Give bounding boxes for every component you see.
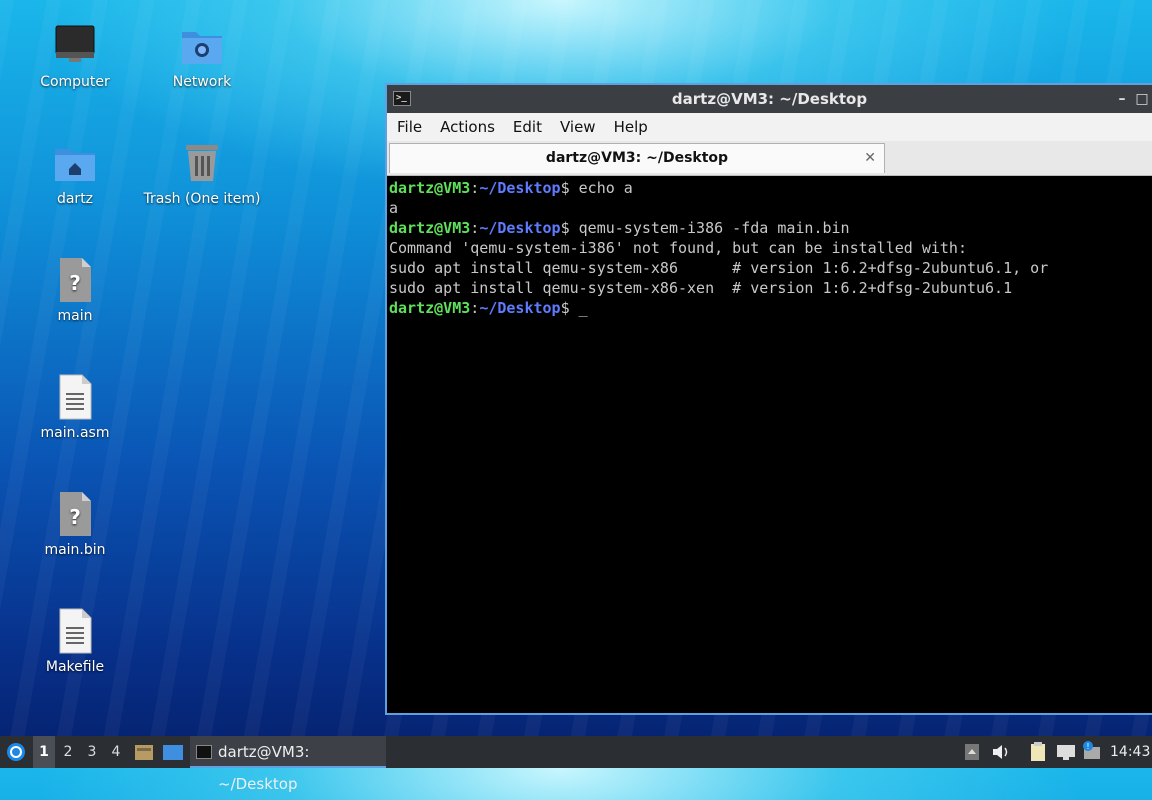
window-titlebar[interactable]: >_ dartz@VM3: ~/Desktop – □ <box>387 85 1152 113</box>
desktop-icon-label: main <box>57 308 93 324</box>
terminal-icon: >_ <box>393 91 411 106</box>
show-desktop-icon[interactable] <box>161 736 185 768</box>
tray-arrow-icon[interactable] <box>962 736 982 768</box>
unknown-file-icon: ? <box>51 490 99 538</box>
svg-text:!: ! <box>1086 742 1089 751</box>
menu-edit[interactable]: Edit <box>503 113 550 141</box>
menu-view[interactable]: View <box>550 113 604 141</box>
desktop-icon-label: dartz <box>56 191 94 207</box>
terminal-line: sudo apt install qemu-system-x86 # versi… <box>389 259 1049 277</box>
menu-file[interactable]: File <box>387 113 430 141</box>
workspace-2[interactable]: 2 <box>57 736 79 768</box>
minimize-button[interactable]: – <box>1112 85 1132 113</box>
desktop-icon-makefile[interactable]: Makefile <box>15 607 135 675</box>
desktop-icon-main-bin[interactable]: ? main.bin <box>15 490 135 558</box>
desktop-icon-label: Makefile <box>45 659 105 675</box>
menubar: File Actions Edit View Help <box>387 113 1152 141</box>
app-menu-button[interactable] <box>4 736 28 768</box>
workspace-3[interactable]: 3 <box>81 736 103 768</box>
close-icon[interactable]: ✕ <box>864 144 876 172</box>
taskbar-terminal-button[interactable]: dartz@VM3: ~/Desktop <box>190 736 386 793</box>
desktop-icon-label: Computer <box>40 74 110 90</box>
update-notifier-icon[interactable]: ! <box>1080 736 1104 768</box>
trash-icon <box>178 139 226 187</box>
monitor-icon <box>51 22 99 70</box>
taskbar-terminal-label: dartz@VM3: ~/Desktop <box>218 743 310 793</box>
terminal-icon <box>196 745 212 759</box>
workspace-4[interactable]: 4 <box>105 736 127 768</box>
text-file-icon <box>51 607 99 655</box>
unknown-file-icon: ? <box>51 256 99 304</box>
network-tray-icon[interactable] <box>1054 736 1078 768</box>
text-file-icon <box>51 373 99 421</box>
home-folder-icon <box>51 139 99 187</box>
clipboard-icon[interactable] <box>1026 736 1050 768</box>
desktop-icon-network[interactable]: Network <box>142 22 262 90</box>
tab-bar: dartz@VM3: ~/Desktop ✕ <box>387 141 1152 176</box>
svg-text:?: ? <box>69 505 81 529</box>
desktop-icon-label: main.bin <box>44 542 106 558</box>
desktop-icon-label: main.asm <box>40 425 110 441</box>
menu-actions[interactable]: Actions <box>430 113 503 141</box>
network-folder-icon <box>178 22 226 70</box>
desktop-icon-label: Trash (One item) <box>143 191 261 207</box>
menu-help[interactable]: Help <box>604 113 656 141</box>
window-title: dartz@VM3: ~/Desktop <box>671 90 868 108</box>
workspace-1[interactable]: 1 <box>33 736 55 768</box>
file-manager-icon[interactable] <box>133 736 155 768</box>
desktop-icon-home[interactable]: dartz <box>15 139 135 207</box>
terminal-line: dartz@VM3:~/Desktop$ _ <box>389 299 588 317</box>
maximize-button[interactable]: □ <box>1132 85 1152 113</box>
terminal-line: dartz@VM3:~/Desktop$ echo a <box>389 179 633 197</box>
tab-title: dartz@VM3: ~/Desktop <box>545 150 729 166</box>
desktop-icon-computer[interactable]: Computer <box>15 22 135 90</box>
desktop-icon-trash[interactable]: Trash (One item) <box>142 139 262 207</box>
volume-icon[interactable] <box>990 736 1012 768</box>
clock[interactable]: 14:43 <box>1110 736 1150 768</box>
tab-terminal[interactable]: dartz@VM3: ~/Desktop ✕ <box>389 143 885 173</box>
desktop-icon-label: Network <box>172 74 232 90</box>
terminal-line: dartz@VM3:~/Desktop$ qemu-system-i386 -f… <box>389 219 850 237</box>
terminal-line: Command 'qemu-system-i386' not found, bu… <box>389 239 967 257</box>
terminal-window[interactable]: >_ dartz@VM3: ~/Desktop – □ File Actions Ed… <box>385 83 1152 715</box>
lubuntu-logo-icon <box>7 743 25 761</box>
taskbar: 1 2 3 4 dartz@VM3: ~/Desktop ! 14:43 <box>0 736 1152 793</box>
desktop-icon-main[interactable]: ? main <box>15 256 135 324</box>
terminal-output[interactable]: dartz@VM3:~/Desktop$ echo a a dartz@VM3:~/… <box>387 176 1152 320</box>
terminal-line: sudo apt install qemu-system-x86-xen # v… <box>389 279 1013 297</box>
terminal-line: a <box>389 199 399 217</box>
svg-text:?: ? <box>69 271 81 295</box>
desktop-icon-main-asm[interactable]: main.asm <box>15 373 135 441</box>
